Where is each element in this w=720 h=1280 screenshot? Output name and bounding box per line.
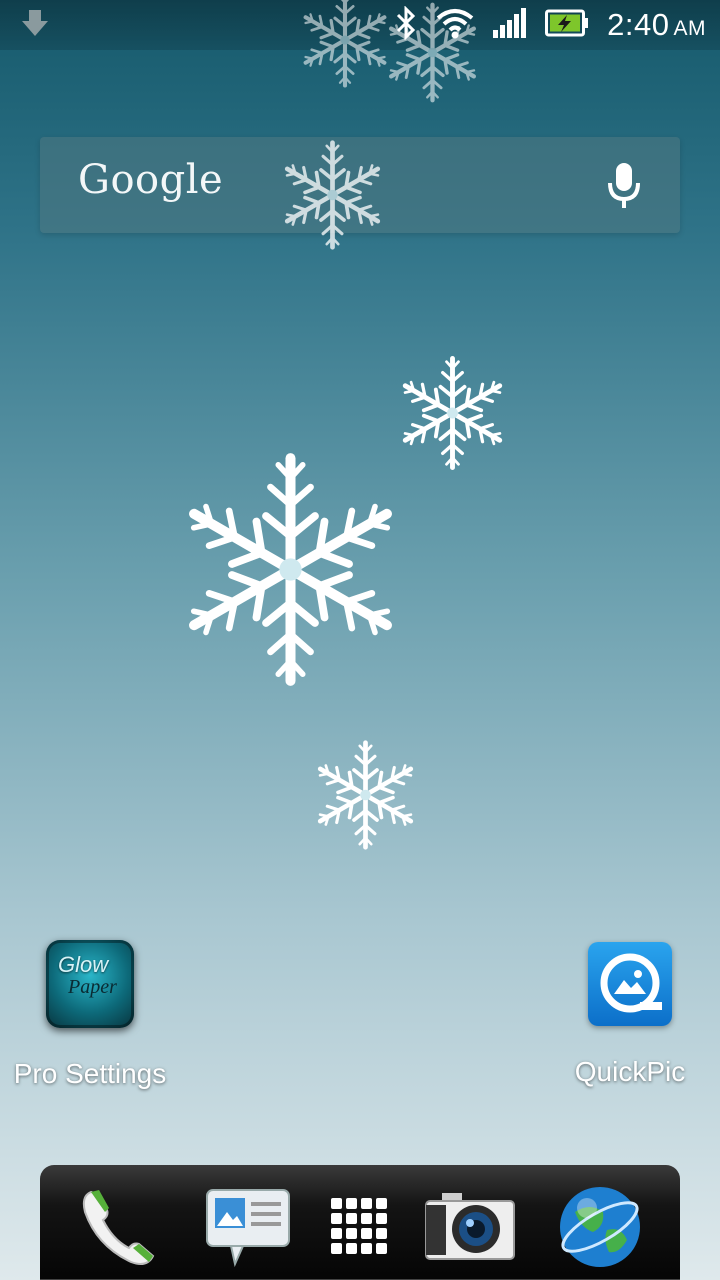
clock: 2:40 AM [607,7,706,43]
signal-icon [493,8,527,42]
snowflake-decoration [380,0,485,105]
glow-paper-icon-text-1: Glow [58,952,109,977]
camera-icon[interactable] [422,1179,518,1275]
browser-globe-icon[interactable] [552,1179,648,1275]
snowflake-decoration [168,432,413,707]
app-pro-settings[interactable]: Glow Paper Pro Settings [0,940,180,1090]
snowflake-decoration [275,130,390,260]
glow-paper-icon[interactable]: Glow Paper [46,940,134,1028]
app-label: QuickPic [574,1056,686,1087]
phone-icon[interactable] [72,1179,168,1275]
messages-icon[interactable] [200,1179,296,1275]
google-logo[interactable]: Google [78,157,223,203]
app-label: Pro Settings [13,1058,167,1089]
snowflake-decoration [308,735,423,855]
app-quickpic[interactable]: QuickPic [550,942,710,1088]
dock [40,1165,680,1280]
quickpic-icon[interactable] [588,942,672,1026]
battery-charging-icon [545,9,589,41]
app-drawer-icon[interactable] [312,1179,408,1275]
download-arrow-icon [20,10,50,42]
clock-time: 2:40 [607,7,670,42]
glow-paper-icon-text-2: Paper [68,976,117,998]
mic-icon[interactable] [604,161,644,209]
clock-ampm: AM [673,17,706,40]
